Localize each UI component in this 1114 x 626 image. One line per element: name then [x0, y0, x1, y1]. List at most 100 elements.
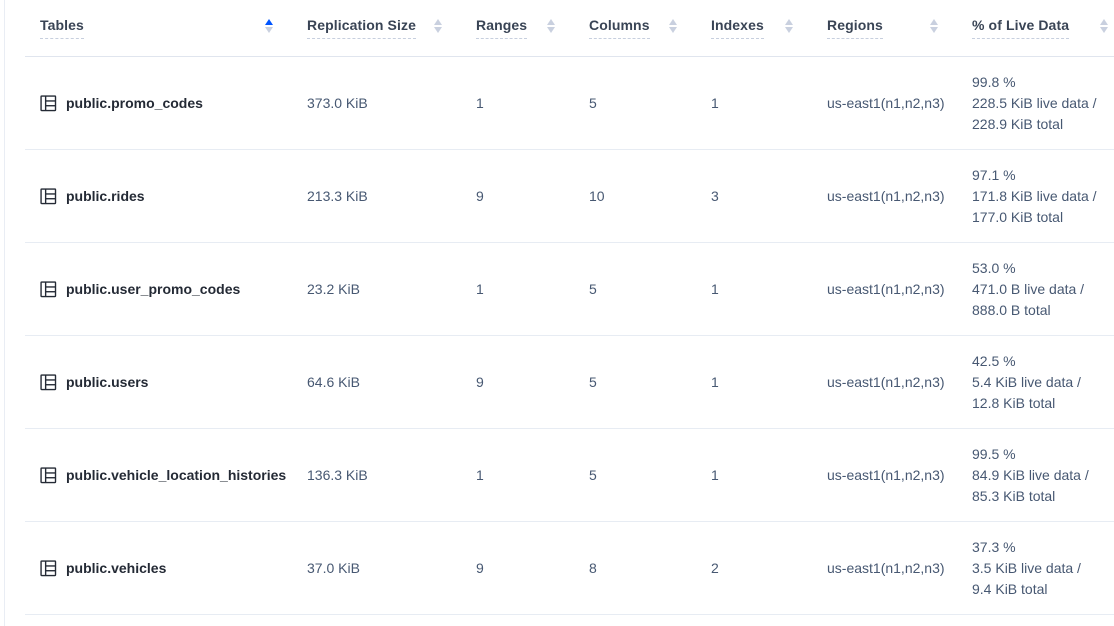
- total-data-size: 228.9 KiB total: [972, 114, 1114, 135]
- live-data-size: 471.0 B live data /: [972, 279, 1114, 300]
- table-name-link[interactable]: public.users: [66, 374, 148, 390]
- live-data-cell: 37.3 % 3.5 KiB live data / 9.4 KiB total: [972, 537, 1114, 600]
- table-name-link[interactable]: public.vehicles: [66, 560, 166, 576]
- sort-desc-icon: [930, 27, 938, 33]
- live-data-cell: 99.8 % 228.5 KiB live data / 228.9 KiB t…: [972, 72, 1114, 135]
- ranges-cell: 1: [476, 281, 589, 297]
- sort-arrows-icon[interactable]: [547, 19, 555, 33]
- regions-cell: us-east1(n1,n2,n3): [827, 374, 972, 390]
- table-icon: [40, 374, 57, 391]
- table-name-cell[interactable]: public.vehicle_location_histories: [25, 467, 307, 484]
- total-data-size: 9.4 KiB total: [972, 579, 1114, 600]
- table-icon: [40, 467, 57, 484]
- column-header-replication-size-label: Replication Size: [307, 17, 416, 39]
- table-name-cell[interactable]: public.rides: [25, 188, 307, 205]
- live-data-size: 171.8 KiB live data /: [972, 186, 1114, 207]
- table-row: public.vehicle_location_histories 136.3 …: [25, 429, 1114, 522]
- table-name-cell[interactable]: public.users: [25, 374, 307, 391]
- sort-asc-icon: [1100, 19, 1108, 25]
- table-row: public.user_promo_codes 23.2 KiB 1 5 1 u…: [25, 243, 1114, 336]
- columns-cell: 5: [589, 467, 711, 483]
- ranges-cell: 1: [476, 95, 589, 111]
- total-data-size: 177.0 KiB total: [972, 207, 1114, 228]
- indexes-cell: 1: [711, 467, 827, 483]
- columns-cell: 5: [589, 374, 711, 390]
- table-row: public.users 64.6 KiB 9 5 1 us-east1(n1,…: [25, 336, 1114, 429]
- total-data-size: 888.0 B total: [972, 300, 1114, 321]
- table-icon: [40, 188, 57, 205]
- column-header-live-data[interactable]: % of Live Data: [972, 17, 1114, 39]
- indexes-cell: 3: [711, 188, 827, 204]
- replication-size-cell: 64.6 KiB: [307, 374, 476, 390]
- sort-asc-icon: [669, 19, 677, 25]
- replication-size-cell: 37.0 KiB: [307, 560, 476, 576]
- column-header-columns[interactable]: Columns: [589, 17, 711, 39]
- sort-asc-icon: [547, 19, 555, 25]
- indexes-cell: 2: [711, 560, 827, 576]
- regions-cell: us-east1(n1,n2,n3): [827, 560, 972, 576]
- sort-desc-icon: [434, 27, 442, 33]
- replication-size-cell: 373.0 KiB: [307, 95, 476, 111]
- live-percent: 42.5 %: [972, 351, 1114, 372]
- column-header-regions-label: Regions: [827, 17, 883, 39]
- ranges-cell: 9: [476, 560, 589, 576]
- column-header-indexes[interactable]: Indexes: [711, 17, 827, 39]
- sort-arrows-icon[interactable]: [785, 19, 793, 33]
- sort-arrows-icon[interactable]: [1100, 19, 1108, 33]
- table-name-cell[interactable]: public.promo_codes: [25, 95, 307, 112]
- tables-list-page: Tables Replication Size Ranges Columns I…: [0, 0, 1114, 615]
- column-header-indexes-label: Indexes: [711, 17, 764, 39]
- replication-size-cell: 23.2 KiB: [307, 281, 476, 297]
- live-data-size: 5.4 KiB live data /: [972, 372, 1114, 393]
- table-header-row: Tables Replication Size Ranges Columns I…: [25, 0, 1114, 57]
- live-data-cell: 97.1 % 171.8 KiB live data / 177.0 KiB t…: [972, 165, 1114, 228]
- ranges-cell: 9: [476, 374, 589, 390]
- live-percent: 53.0 %: [972, 258, 1114, 279]
- column-header-columns-label: Columns: [589, 17, 650, 39]
- column-header-tables[interactable]: Tables: [25, 17, 307, 39]
- table-icon: [40, 95, 57, 112]
- sort-arrows-icon[interactable]: [434, 19, 442, 33]
- sort-desc-icon: [785, 27, 793, 33]
- table-row: public.rides 213.3 KiB 9 10 3 us-east1(n…: [25, 150, 1114, 243]
- ranges-cell: 1: [476, 467, 589, 483]
- live-data-cell: 53.0 % 471.0 B live data / 888.0 B total: [972, 258, 1114, 321]
- live-data-size: 3.5 KiB live data /: [972, 558, 1114, 579]
- sort-arrows-icon[interactable]: [265, 19, 273, 33]
- sort-arrows-icon[interactable]: [930, 19, 938, 33]
- total-data-size: 85.3 KiB total: [972, 486, 1114, 507]
- table-name-link[interactable]: public.rides: [66, 188, 145, 204]
- column-header-live-data-label: % of Live Data: [972, 17, 1069, 39]
- total-data-size: 12.8 KiB total: [972, 393, 1114, 414]
- live-percent: 99.5 %: [972, 444, 1114, 465]
- regions-cell: us-east1(n1,n2,n3): [827, 281, 972, 297]
- live-data-cell: 99.5 % 84.9 KiB live data / 85.3 KiB tot…: [972, 444, 1114, 507]
- sort-desc-icon: [265, 27, 273, 33]
- live-percent: 37.3 %: [972, 537, 1114, 558]
- table-name-cell[interactable]: public.vehicles: [25, 560, 307, 577]
- table-icon: [40, 281, 57, 298]
- table-name-link[interactable]: public.vehicle_location_histories: [66, 467, 286, 483]
- table-name-link[interactable]: public.user_promo_codes: [66, 281, 240, 297]
- sort-desc-icon: [547, 27, 555, 33]
- column-header-ranges[interactable]: Ranges: [476, 17, 589, 39]
- ranges-cell: 9: [476, 188, 589, 204]
- columns-cell: 5: [589, 95, 711, 111]
- sort-arrows-icon[interactable]: [669, 19, 677, 33]
- regions-cell: us-east1(n1,n2,n3): [827, 188, 972, 204]
- sort-desc-icon: [669, 27, 677, 33]
- columns-cell: 10: [589, 188, 711, 204]
- live-percent: 97.1 %: [972, 165, 1114, 186]
- column-header-regions[interactable]: Regions: [827, 17, 972, 39]
- column-header-ranges-label: Ranges: [476, 17, 527, 39]
- sort-asc-icon: [930, 19, 938, 25]
- indexes-cell: 1: [711, 95, 827, 111]
- column-header-replication-size[interactable]: Replication Size: [307, 17, 476, 39]
- indexes-cell: 1: [711, 374, 827, 390]
- indexes-cell: 1: [711, 281, 827, 297]
- table-name-link[interactable]: public.promo_codes: [66, 95, 203, 111]
- sort-asc-icon: [785, 19, 793, 25]
- columns-cell: 5: [589, 281, 711, 297]
- table-name-cell[interactable]: public.user_promo_codes: [25, 281, 307, 298]
- replication-size-cell: 213.3 KiB: [307, 188, 476, 204]
